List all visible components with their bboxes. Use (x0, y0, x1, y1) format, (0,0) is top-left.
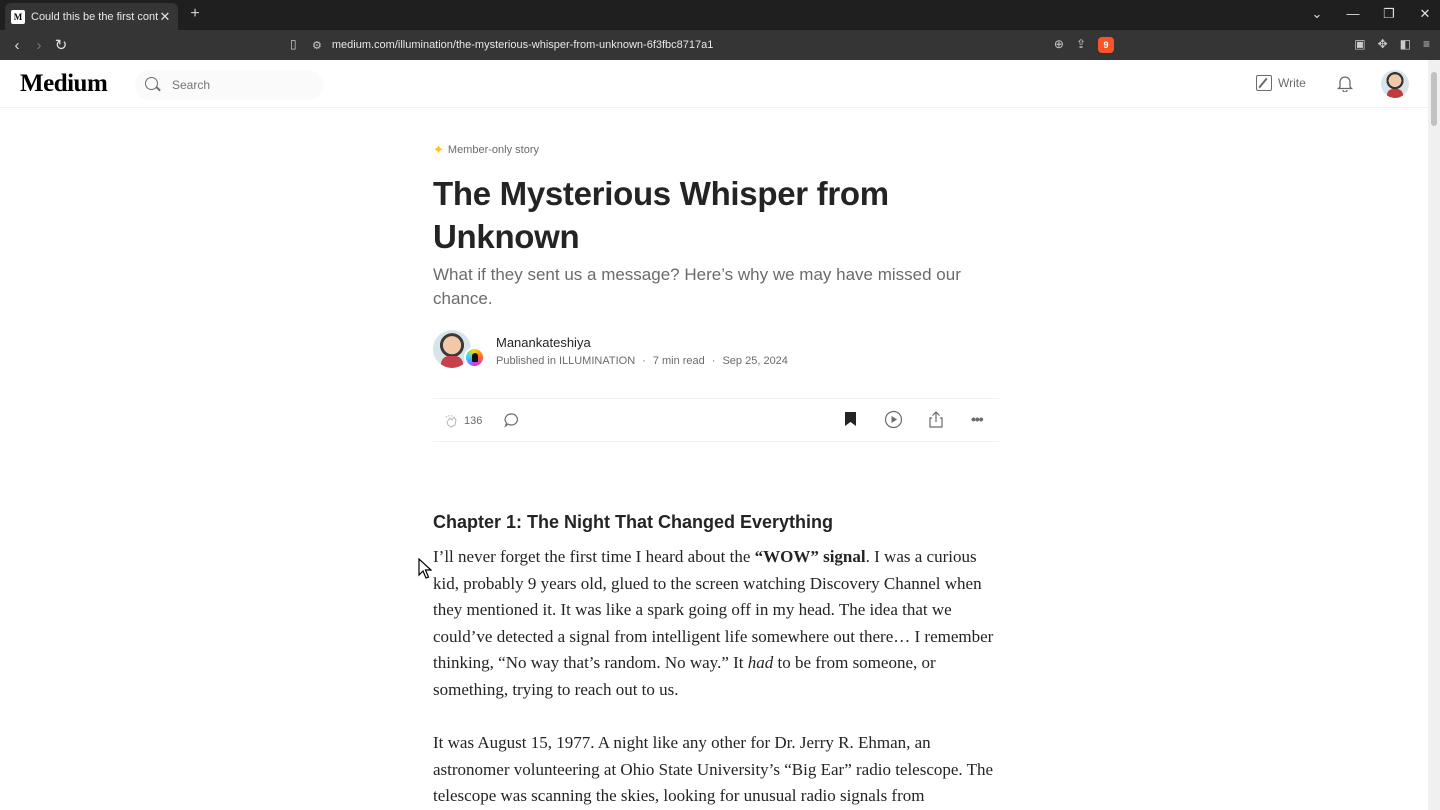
search-input[interactable] (172, 78, 312, 92)
publish-date: Sep 25, 2024 (722, 355, 788, 367)
medium-page: Medium Write ✦ Member-only story The Mys… (0, 60, 1428, 810)
forward-icon[interactable]: › (28, 37, 50, 54)
article-subtitle: What if they sent us a message? Here’s w… (433, 265, 961, 308)
p1-bold: “WOW” signal (754, 547, 866, 566)
chapter-heading: Chapter 1: The Night That Changed Everyt… (433, 512, 834, 532)
browser-tab[interactable]: M Could this be the first contact w ✕ (5, 3, 178, 30)
tab-list-chevron-icon[interactable]: ⌄ (1310, 6, 1324, 22)
bookmark-icon[interactable]: ▯ (290, 37, 297, 51)
more-icon[interactable]: ••• (971, 411, 984, 427)
new-tab-button[interactable]: + (186, 5, 204, 23)
search-icon (145, 76, 162, 94)
brave-shields-icon[interactable]: 9 (1098, 37, 1114, 53)
write-button[interactable]: Write (1256, 75, 1306, 91)
share-page-icon[interactable]: ⇪ (1076, 37, 1086, 53)
address-bar-icons: ⊕ ⇪ 9 (1054, 37, 1114, 53)
meta-separator: · (642, 355, 646, 367)
member-only-label: ✦ Member-only story (433, 142, 539, 158)
wallet-icon[interactable]: ▣ (1354, 37, 1365, 51)
sidebar-icon[interactable]: ◧ (1400, 37, 1411, 51)
article-meta: Published in ILLUMINATION · 7 min read ·… (496, 355, 788, 367)
back-icon[interactable]: ‹ (6, 37, 28, 54)
site-info-icon[interactable]: ⚙ (312, 39, 322, 52)
comment-icon[interactable] (503, 412, 520, 429)
medium-favicon-icon: M (11, 9, 25, 24)
restore-button[interactable]: ❐ (1382, 6, 1396, 22)
write-icon (1256, 75, 1272, 91)
clap-button[interactable]: 136 (443, 413, 482, 429)
medium-header: Medium Write (0, 60, 1428, 108)
paragraph-1: I’ll never forget the first time I heard… (433, 544, 999, 703)
browser-toolbar: ‹ › ↻ ▯ ⚙ medium.com/illumination/the-my… (0, 30, 1440, 60)
minimize-button[interactable]: — (1346, 6, 1360, 22)
zoom-icon[interactable]: ⊕ (1054, 37, 1064, 53)
star-icon: ✦ (433, 142, 444, 157)
address-url[interactable]: medium.com/illumination/the-mysterious-w… (332, 39, 714, 51)
window-controls: ⌄ — ❐ ✕ (1310, 6, 1432, 22)
medium-logo[interactable]: Medium (20, 70, 108, 98)
user-avatar[interactable] (1381, 70, 1409, 98)
menu-icon[interactable]: ≡ (1423, 37, 1430, 51)
clap-icon (445, 415, 457, 428)
close-window-button[interactable]: ✕ (1418, 6, 1432, 22)
scrollbar-thumb[interactable] (1431, 72, 1437, 126)
browser-right-tools: ▣ ✥ ◧ ≡ (1354, 37, 1430, 51)
extensions-icon[interactable]: ✥ (1378, 37, 1388, 51)
save-icon[interactable] (844, 411, 857, 427)
paragraph-2: It was August 15, 1977. A night like any… (433, 733, 994, 805)
p1-italic: had (747, 653, 774, 672)
write-label: Write (1278, 76, 1306, 90)
listen-icon[interactable] (884, 410, 903, 429)
article-title: The Mysterious Whisper from Unknown (433, 175, 889, 255)
clap-count: 136 (464, 415, 483, 427)
share-icon[interactable] (927, 410, 945, 429)
published-in-prefix: Published in (496, 355, 556, 367)
publication-link[interactable]: ILLUMINATION (559, 355, 635, 367)
mouse-cursor-icon (418, 558, 432, 579)
p1-part-a: I’ll never forget the first time I heard… (433, 547, 755, 566)
search-box[interactable] (135, 70, 323, 100)
publication-avatar[interactable] (464, 347, 485, 368)
address-bar[interactable]: ⚙ medium.com/illumination/the-mysterious… (312, 33, 1122, 57)
member-only-text: Member-only story (447, 144, 539, 156)
browser-tabbar: M Could this be the first contact w ✕ + … (0, 0, 1440, 30)
article-action-bar: 136 ••• (433, 398, 999, 442)
page-scrollbar[interactable] (1428, 60, 1440, 810)
read-time: 7 min read (652, 355, 705, 367)
reload-icon[interactable]: ↻ (50, 36, 72, 54)
meta-separator: · (711, 355, 716, 367)
author-name[interactable]: Manankateshiya (496, 335, 591, 350)
close-tab-icon[interactable]: ✕ (158, 9, 172, 25)
tab-title: Could this be the first contact w (31, 10, 158, 23)
bell-icon[interactable] (1336, 74, 1354, 92)
